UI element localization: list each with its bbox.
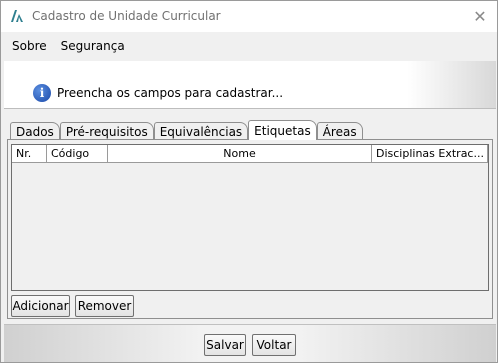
column-header-disciplinas-extrac[interactable]: Disciplinas Extrac... xyxy=(372,145,488,163)
etiquetas-table[interactable]: Nr. Código Nome Disciplinas Extrac... xyxy=(11,144,489,291)
menu-item-sobre[interactable]: Sobre xyxy=(9,39,50,53)
tab-pre-requisitos[interactable]: Pré-requisitos xyxy=(59,122,154,140)
app-logo-icon xyxy=(10,9,24,23)
info-banner: i Preencha os campos para cadastrar... xyxy=(4,61,496,109)
save-button[interactable]: Salvar xyxy=(204,334,246,356)
window-title: Cadastro de Unidade Curricular xyxy=(32,9,221,23)
menu-item-sobre-label: Sobre xyxy=(12,39,47,53)
menu-item-seguranca[interactable]: Segurança xyxy=(58,39,128,53)
close-icon[interactable]: ✕ xyxy=(469,5,491,27)
column-header-nr[interactable]: Nr. xyxy=(12,145,47,163)
tab-bar: Dados Pré-requisitos Equivalências Etiqu… xyxy=(10,120,363,140)
add-button[interactable]: Adicionar xyxy=(11,295,70,317)
tab-equivalencias[interactable]: Equivalências xyxy=(153,122,249,140)
tab-areas[interactable]: Áreas xyxy=(316,122,363,140)
table-header: Nr. Código Nome Disciplinas Extrac... xyxy=(12,145,488,163)
menu-bar: Sobre Segurança xyxy=(1,33,497,59)
tab-panel-etiquetas: Nr. Código Nome Disciplinas Extrac... Ad… xyxy=(7,139,493,319)
column-header-nome[interactable]: Nome xyxy=(108,145,372,163)
dialog-window: Cadastro de Unidade Curricular ✕ Sobre S… xyxy=(0,0,498,363)
column-header-codigo[interactable]: Código xyxy=(47,145,108,163)
footer-bar: Salvar Voltar xyxy=(4,324,496,362)
remove-button[interactable]: Remover xyxy=(75,295,134,317)
title-bar[interactable]: Cadastro de Unidade Curricular ✕ xyxy=(1,1,497,32)
info-icon: i xyxy=(33,84,51,102)
menu-item-seguranca-label: Segurança xyxy=(60,39,125,53)
info-message: Preencha os campos para cadastrar... xyxy=(57,86,284,100)
tab-dados[interactable]: Dados xyxy=(10,122,60,140)
back-button[interactable]: Voltar xyxy=(252,334,296,356)
tab-etiquetas[interactable]: Etiquetas xyxy=(248,120,317,140)
